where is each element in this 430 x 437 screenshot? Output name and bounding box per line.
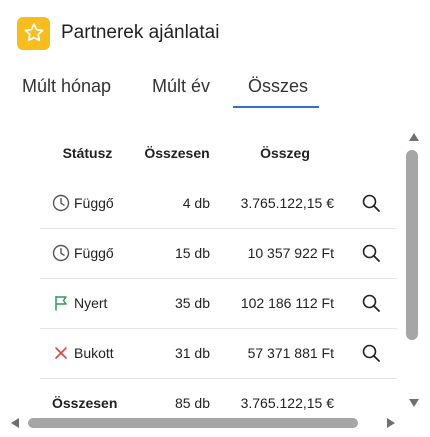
- tab-all[interactable]: Összes: [248, 76, 308, 97]
- vertical-scroll-thumb[interactable]: [406, 150, 418, 340]
- search-icon[interactable]: [360, 342, 382, 364]
- status-label: Függő: [74, 195, 114, 211]
- amount-value: 10 357 922 Ft: [247, 245, 334, 261]
- amount-value: 3.765.122,15 €: [240, 195, 334, 211]
- period-tabs: Múlt hónap Múlt év Összes: [0, 70, 430, 110]
- column-header-amount: Összeg: [260, 145, 310, 161]
- scroll-left-icon[interactable]: [10, 417, 20, 429]
- offers-table: Státusz Összesen Összeg Függő 4 db 3.765…: [0, 120, 400, 412]
- widget-header: Partnerek ajánlatai: [17, 16, 219, 50]
- amount-value: 102 186 112 Ft: [240, 295, 334, 311]
- count-value: 4 db: [182, 195, 210, 211]
- column-header-status: Státusz: [62, 145, 113, 161]
- table-row: Függő 4 db 3.765.122,15 €: [40, 178, 397, 229]
- table-row: Nyert 35 db 102 186 112 Ft: [40, 278, 397, 329]
- clock-icon: [52, 244, 70, 262]
- table-row: Függő 15 db 10 357 922 Ft: [40, 228, 397, 279]
- star-icon: [17, 16, 50, 50]
- total-amount: 3.765.122,15 €: [240, 395, 334, 411]
- horizontal-scroll-thumb[interactable]: [28, 418, 358, 428]
- scroll-down-icon[interactable]: [408, 398, 420, 408]
- x-icon: [52, 344, 70, 362]
- total-count: 85 db: [174, 395, 210, 411]
- count-value: 31 db: [174, 345, 210, 361]
- table-total-row: Összesen 85 db 3.765.122,15 €: [40, 378, 397, 412]
- clock-icon: [52, 194, 70, 212]
- scroll-right-icon[interactable]: [386, 417, 396, 429]
- flag-icon: [52, 294, 70, 312]
- amount-value: 57 371 881 Ft: [247, 345, 334, 361]
- scroll-up-icon[interactable]: [408, 132, 420, 142]
- tab-last-month[interactable]: Múlt hónap: [22, 76, 111, 97]
- search-icon[interactable]: [360, 192, 382, 214]
- status-label: Bukott: [74, 345, 114, 361]
- widget-title: Partnerek ajánlatai: [61, 22, 220, 43]
- status-label: Nyert: [74, 295, 108, 311]
- count-value: 15 db: [174, 245, 210, 261]
- search-icon[interactable]: [360, 292, 382, 314]
- status-label: Függő: [74, 245, 114, 261]
- column-header-total: Összesen: [144, 145, 210, 161]
- table-row: Bukott 31 db 57 371 881 Ft: [40, 328, 397, 379]
- count-value: 35 db: [174, 295, 210, 311]
- active-tab-indicator: [233, 106, 319, 108]
- search-icon[interactable]: [360, 242, 382, 264]
- tab-last-year[interactable]: Múlt év: [152, 76, 210, 97]
- total-label: Összesen: [52, 395, 118, 411]
- table-header-row: Státusz Összesen Összeg: [40, 128, 397, 178]
